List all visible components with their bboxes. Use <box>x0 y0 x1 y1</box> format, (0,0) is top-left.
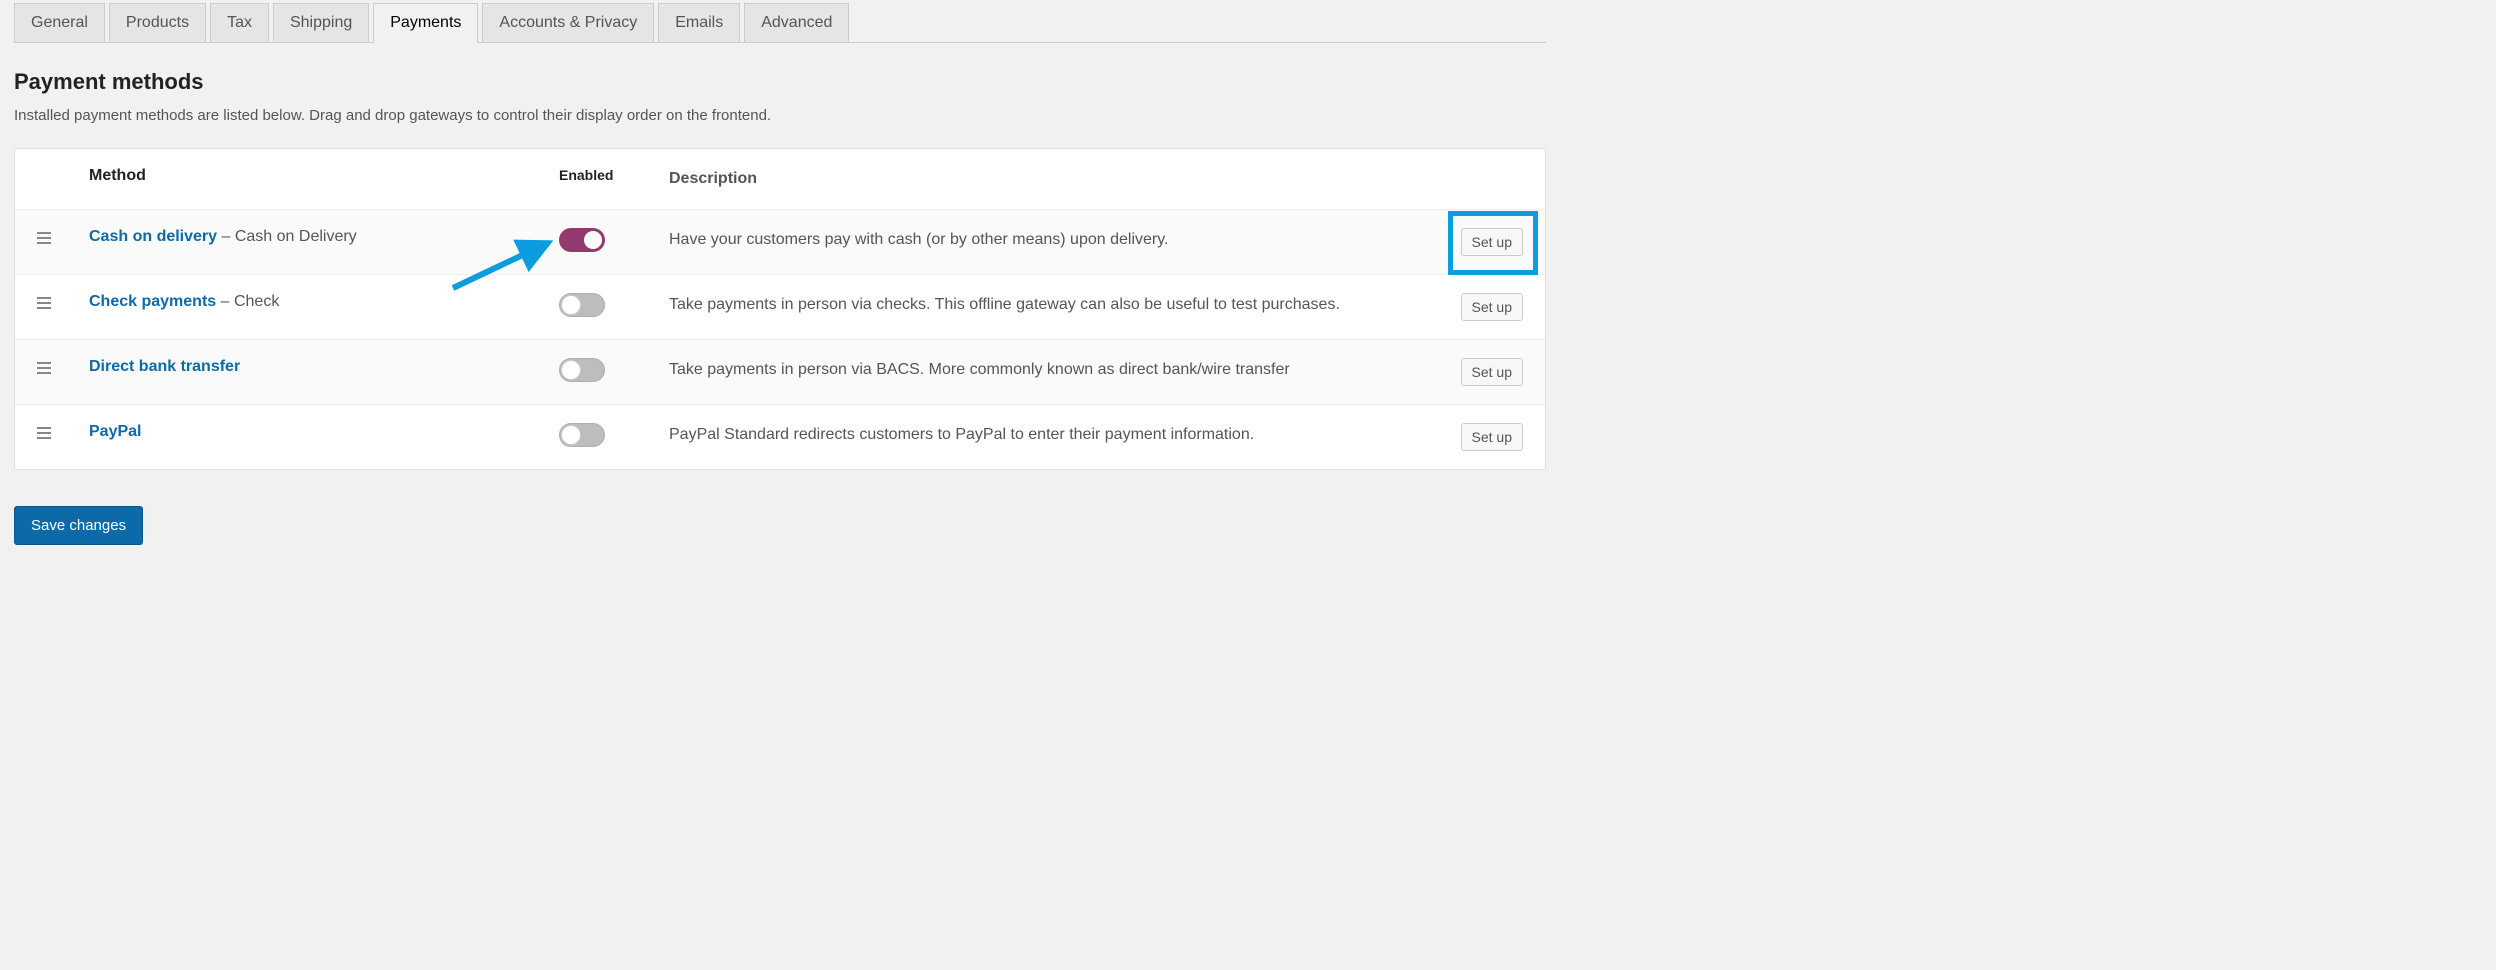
drag-handle-icon[interactable] <box>37 228 51 244</box>
drag-handle-icon[interactable] <box>37 293 51 309</box>
tab-advanced[interactable]: Advanced <box>744 3 849 42</box>
gateway-name-link[interactable]: Direct bank transfer <box>89 358 240 375</box>
drag-handle-icon[interactable] <box>37 423 51 439</box>
drag-handle-icon[interactable] <box>37 358 51 374</box>
gateway-separator: – <box>217 228 235 245</box>
gateway-display-name: Check <box>234 293 279 310</box>
tab-emails[interactable]: Emails <box>658 3 740 42</box>
enabled-toggle[interactable] <box>559 228 605 252</box>
set-up-button[interactable]: Set up <box>1461 293 1523 321</box>
gateway-description: Have your customers pay with cash (or by… <box>669 228 1431 252</box>
page-title: Payment methods <box>14 69 1546 95</box>
enabled-toggle[interactable] <box>559 358 605 382</box>
gateway-name-link[interactable]: PayPal <box>89 423 141 440</box>
table-row: PayPal PayPal Standard redirects customer… <box>15 404 1545 469</box>
payment-gateways-table: Method Enabled Description Cash on deliv… <box>14 148 1546 470</box>
enabled-toggle[interactable] <box>559 423 605 447</box>
tab-general[interactable]: General <box>14 3 105 42</box>
tab-accounts-privacy[interactable]: Accounts & Privacy <box>482 3 654 42</box>
tab-products[interactable]: Products <box>109 3 206 42</box>
page-description: Installed payment methods are listed bel… <box>14 107 1546 124</box>
column-header-enabled: Enabled <box>559 167 669 183</box>
table-header: Method Enabled Description <box>15 149 1545 209</box>
set-up-button[interactable]: Set up <box>1461 423 1523 451</box>
gateway-description: PayPal Standard redirects customers to P… <box>669 423 1431 447</box>
table-row: Cash on delivery – Cash on Delivery Have … <box>15 209 1545 274</box>
gateway-name-link[interactable]: Check payments <box>89 293 216 310</box>
gateway-display-name: Cash on Delivery <box>235 228 357 245</box>
column-header-method: Method <box>89 167 559 185</box>
column-header-description: Description <box>669 167 1431 191</box>
gateway-name-link[interactable]: Cash on delivery <box>89 228 217 245</box>
tab-tax[interactable]: Tax <box>210 3 269 42</box>
gateway-description: Take payments in person via checks. This… <box>669 293 1431 317</box>
save-changes-button[interactable]: Save changes <box>14 506 143 545</box>
table-row: Direct bank transfer Take payments in per… <box>15 339 1545 404</box>
gateway-description: Take payments in person via BACS. More c… <box>669 358 1431 382</box>
table-row: Check payments – Check Take payments in p… <box>15 274 1545 339</box>
enabled-toggle[interactable] <box>559 293 605 317</box>
tab-shipping[interactable]: Shipping <box>273 3 369 42</box>
tab-payments[interactable]: Payments <box>373 3 478 43</box>
set-up-button[interactable]: Set up <box>1461 228 1523 256</box>
set-up-button[interactable]: Set up <box>1461 358 1523 386</box>
settings-tab-strip: GeneralProductsTaxShippingPaymentsAccoun… <box>14 2 1546 43</box>
gateway-separator: – <box>216 293 234 310</box>
